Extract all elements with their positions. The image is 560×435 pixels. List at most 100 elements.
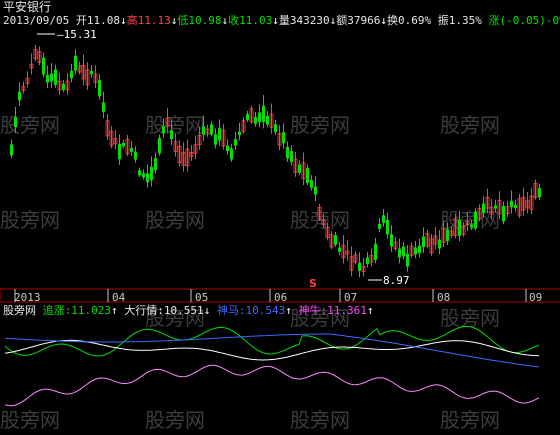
candle-body-123 [502,205,505,222]
high-label: 高 [126,14,138,27]
candle-body-32 [138,170,141,176]
indicator-legend: 股旁网 追涨:11.023↑ 大行情:10.551↓ 神马:10.543↑ 神牛… [3,304,374,317]
line-shenniu [4,364,540,407]
x-tick-05: 05 [195,291,209,304]
legend-shenma-value: 10.543 [245,304,286,317]
stock-chart[interactable]: 股旁网 股旁网 股旁网 股旁网股旁网 股旁网 股旁网 股旁网股旁网 股旁网 股旁网股旁网 股旁网股… [0,0,560,435]
candle-body-121 [494,205,497,209]
candle-body-103 [422,236,425,248]
candle-body-8 [42,57,45,75]
watermark-0: 股旁网 [0,113,60,137]
candle-body-15 [70,70,73,79]
candle-body-89 [366,257,369,264]
candle-body-2 [18,91,21,101]
candle-body-132 [538,188,541,198]
candle-body-10 [50,73,53,82]
candle-body-81 [334,235,337,245]
candle-body-112 [458,219,461,236]
candle-body-116 [474,211,477,229]
candle-body-27 [118,144,121,160]
candle-body-109 [446,229,449,242]
open-value: 11.08 [86,14,120,27]
candle-body-48 [202,126,205,135]
watermark-2: 股旁网 [290,113,350,137]
indicator-lines [4,325,540,407]
candle-body-16 [74,55,77,71]
watermark-4: 股旁网 [0,208,60,232]
candle-body-36 [154,158,157,171]
candle-body-51 [214,134,217,145]
watermark-11: 股旁网 [0,408,60,432]
candle-body-52 [218,128,221,141]
candle-body-56 [234,139,237,146]
turnover-label: 换 [386,14,398,27]
candle-body-107 [438,239,441,249]
close-value: 11.03 [239,14,273,27]
candle-body-98 [402,246,405,257]
volume-label: 量 [278,14,290,27]
candle-body-33 [142,173,145,178]
candle-body-37 [158,138,161,154]
sell-marker: S [309,277,317,290]
candle-body-66 [274,124,277,133]
candle-body-70 [290,151,293,163]
legend-shenniu-label: 神牛 [298,304,321,317]
candle-body-94 [386,219,389,235]
candle-body-28 [122,142,125,147]
line-daxingqing [4,339,539,361]
candle-body-57 [238,131,241,135]
legend-shenniu-value: 11.361 [327,304,367,317]
legend-zhuizhang-value: 11.023 [71,304,111,317]
watermark-3: 股旁网 [440,113,500,137]
candle-body-13 [62,83,65,90]
change-value: (-0.05)-0% [499,14,560,27]
candle-body-62 [258,112,261,123]
legend-shenma-label: 神马 [216,304,239,317]
candle-body-125 [510,200,513,208]
max-price-label: —15.31 [57,28,97,41]
amount-label: 额 [336,14,348,27]
turnover-value: 0.69% [397,14,432,27]
candle-body-102 [418,245,421,254]
candle-body-40 [170,130,173,140]
watermark-12: 股旁网 [145,408,205,432]
close-label: 收 [228,14,240,27]
candle-body-87 [358,262,361,271]
candle-body-23 [102,102,105,112]
candle-body-22 [98,79,101,97]
watermarks: 股旁网 股旁网 股旁网 股旁网股旁网 股旁网 股旁网 股旁网股旁网 股旁网 股旁网股旁网 股旁网股… [0,113,500,432]
candle-body-61 [254,116,257,124]
candle-body-91 [374,243,377,260]
candle-body-0 [10,144,13,156]
candle-body-38 [162,126,165,134]
amplitude-value: 1.35% [448,14,482,27]
high-value: 11.13 [137,14,171,27]
candle-body-30 [130,148,133,152]
watermark-14: 股旁网 [440,408,500,432]
candle-body-99 [406,253,409,267]
candle-body-72 [298,164,301,173]
candle-body-101 [414,247,417,255]
amount-value: 37966 [347,14,381,27]
candle-body-115 [470,224,473,228]
candlesticks: —15.31 8.97 S [10,28,541,290]
legend-daxingqing-value: 10.551 [163,304,204,317]
low-label: 低 [177,14,189,27]
candle-body-68 [282,132,285,144]
min-price-label: 8.97 [383,274,410,287]
amplitude-label: 振 [437,14,449,27]
low-value: 10.98 [188,14,222,27]
candle-body-97 [398,248,401,258]
candle-body-35 [150,166,153,181]
x-tick-06: 06 [274,291,288,304]
candle-body-64 [266,115,269,125]
candle-body-118 [482,203,485,214]
legend-zhuizhang-label: 追涨 [42,304,65,317]
stock-name: 平安银行 [3,0,52,14]
watermark-5: 股旁网 [145,208,205,232]
candle-body-11 [54,69,57,85]
candle-body-9 [46,74,49,83]
candle-body-92 [378,223,381,229]
watermark-13: 股旁网 [290,408,350,432]
candle-body-59 [246,113,249,121]
